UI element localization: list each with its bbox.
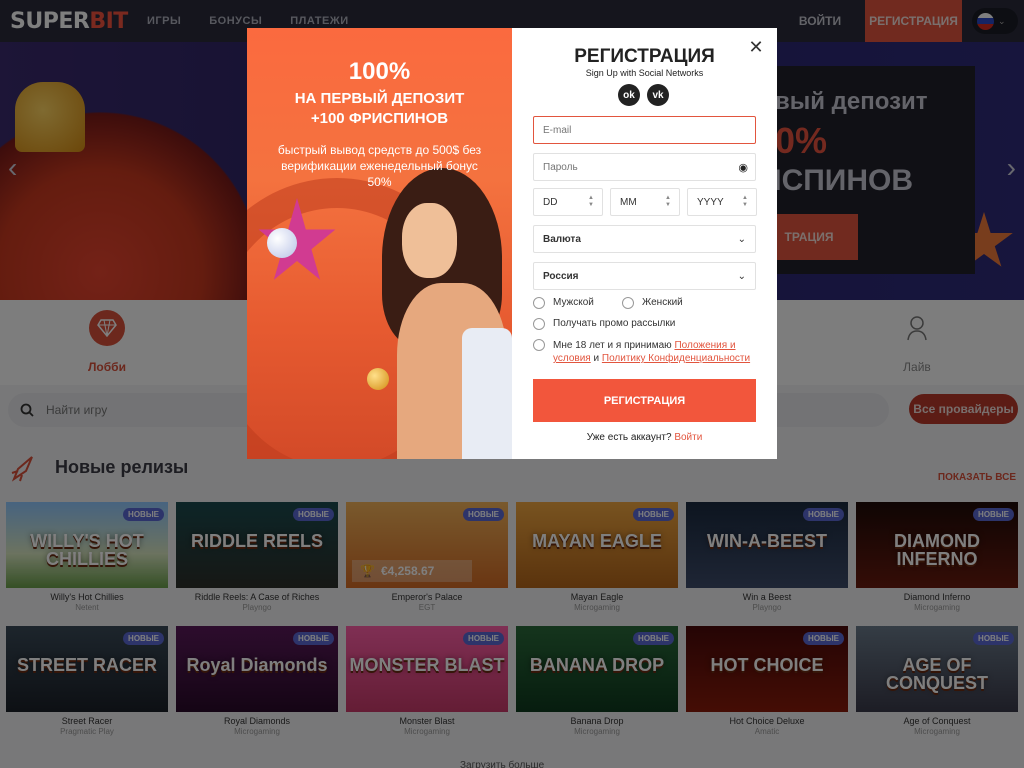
year-placeholder: YYYY — [697, 196, 724, 208]
have-account-text: Уже есть аккаунт? Войти — [512, 432, 777, 443]
login-link[interactable]: Войти — [674, 432, 702, 443]
vk-icon[interactable]: vk — [647, 84, 669, 106]
promo-mail-label: Получать промо рассылки — [553, 318, 676, 329]
country-select[interactable]: Россия ⌄ — [533, 262, 756, 290]
female-radio[interactable] — [622, 297, 634, 309]
country-value: Россия — [543, 270, 579, 282]
registration-form: ✕ РЕГИСТРАЦИЯ Sign Up with Social Networ… — [512, 28, 777, 459]
year-field[interactable]: YYYY ▲ ▼ — [687, 188, 757, 216]
terms-text: Мне 18 лет и я принимаю Положения и усло… — [553, 339, 763, 365]
email-field[interactable] — [533, 116, 756, 144]
woman-cloth-art — [462, 328, 512, 459]
day-spinner-icon[interactable]: ▲ ▼ — [588, 195, 594, 209]
currency-select[interactable]: Валюта ⌄ — [533, 225, 756, 253]
terms-checkbox[interactable] — [533, 339, 545, 351]
chevron-down-icon: ⌄ — [737, 234, 746, 245]
odnoklassniki-icon[interactable]: ok — [618, 84, 640, 106]
day-placeholder: DD — [543, 196, 558, 208]
male-label: Мужской — [553, 297, 594, 308]
password-field[interactable]: ◉ — [533, 153, 756, 181]
currency-value: Валюта — [543, 233, 581, 245]
day-field[interactable]: DD ▲ ▼ — [533, 188, 603, 216]
year-spinner-icon[interactable]: ▲ ▼ — [742, 195, 748, 209]
promo-freespins: +100 ФРИСПИНОВ — [310, 110, 449, 127]
promo-details: быстрый вывод средств до 500$ без верифи… — [277, 143, 482, 189]
male-radio[interactable] — [533, 297, 545, 309]
terms-text-b: и — [590, 353, 602, 364]
month-placeholder: MM — [620, 196, 637, 208]
registration-modal: 100% НА ПЕРВЫЙ ДЕПОЗИТ +100 ФРИСПИНОВ бы… — [247, 28, 777, 459]
social-buttons: ok vk — [618, 84, 669, 106]
female-label: Женский — [642, 297, 683, 308]
register-submit-button[interactable]: РЕГИСТРАЦИЯ — [533, 379, 756, 422]
promo-deposit: НА ПЕРВЫЙ ДЕПОЗИТ — [294, 90, 465, 107]
promo-percent: 100% — [348, 58, 411, 85]
form-title: РЕГИСТРАЦИЯ — [574, 46, 715, 67]
privacy-link[interactable]: Политику Конфиденциальности — [602, 353, 750, 364]
have-account-label: Уже есть аккаунт? — [586, 432, 675, 443]
promo-mail-checkbox[interactable] — [533, 318, 545, 330]
email-input[interactable] — [543, 124, 733, 136]
form-subtitle: Sign Up with Social Networks — [585, 68, 704, 78]
app-root: SUPERBIT ИГРЫ БОНУСЫ ПЛАТЕЖИ ВОЙТИ РЕГИС… — [0, 0, 1024, 768]
pearl-art — [267, 228, 297, 258]
terms-text-a: Мне 18 лет и я принимаю — [553, 340, 675, 351]
woman-face-art — [402, 203, 457, 278]
coin-art — [367, 368, 389, 390]
password-input[interactable] — [543, 161, 733, 173]
eye-icon[interactable]: ◉ — [738, 161, 748, 174]
chevron-down-icon: ⌄ — [737, 271, 746, 282]
modal-promo-panel: 100% НА ПЕРВЫЙ ДЕПОЗИТ +100 ФРИСПИНОВ бы… — [247, 28, 512, 459]
month-field[interactable]: MM ▲ ▼ — [610, 188, 680, 216]
month-spinner-icon[interactable]: ▲ ▼ — [665, 195, 671, 209]
